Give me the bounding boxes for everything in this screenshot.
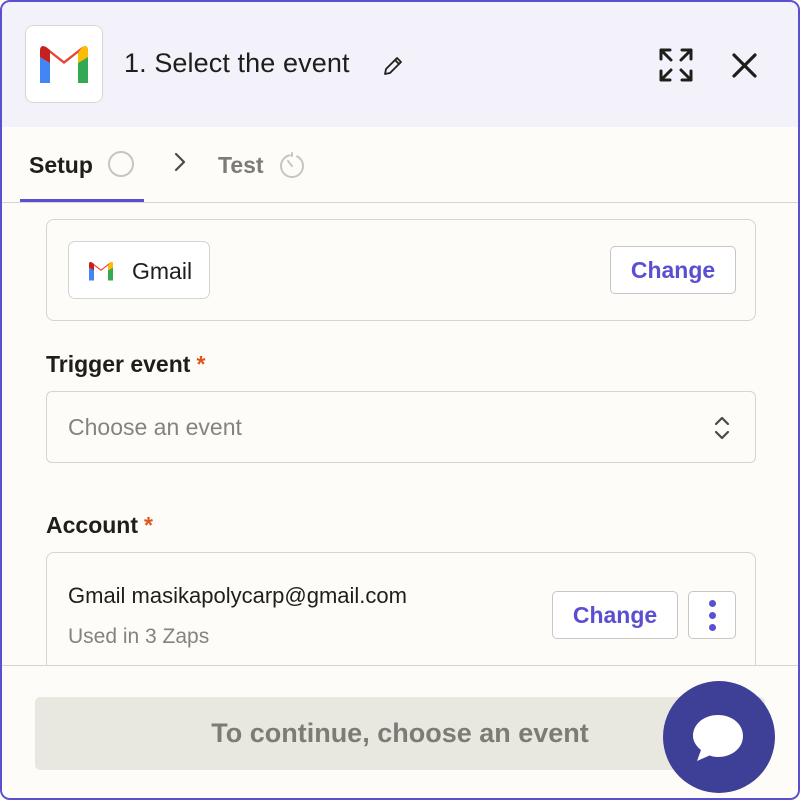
tab-test-label: Test — [218, 152, 264, 178]
app-selection-box: Gmail Change — [46, 219, 756, 321]
header: 1. Select the event — [2, 2, 798, 127]
tab-setup-label: Setup — [29, 152, 93, 178]
step-tabs: Setup Test — [2, 127, 798, 203]
chevron-right-icon — [174, 152, 186, 172]
account-usage: Used in 3 Zaps — [68, 625, 210, 648]
timer-icon — [280, 152, 304, 178]
app-chip: Gmail — [68, 241, 210, 299]
circle-icon — [108, 151, 134, 177]
expand-icon[interactable] — [658, 47, 694, 83]
pencil-icon[interactable] — [381, 54, 405, 78]
app-logo-tile — [25, 25, 103, 103]
change-app-button[interactable]: Change — [610, 246, 736, 294]
step-editor-panel: 1. Select the event Setup Test Gmail Cha… — [0, 0, 800, 800]
trigger-event-select[interactable]: Choose an event — [46, 391, 756, 463]
more-vertical-icon[interactable] — [688, 591, 736, 639]
gmail-logo-icon — [40, 46, 88, 83]
trigger-event-placeholder: Choose an event — [68, 414, 242, 440]
required-marker: * — [144, 512, 153, 538]
account-name: Gmail masikapolycarp@gmail.com — [68, 583, 407, 608]
app-name: Gmail — [132, 258, 193, 284]
trigger-event-label-text: Trigger event — [46, 351, 191, 377]
change-account-button[interactable]: Change — [552, 591, 678, 639]
tab-setup[interactable]: Setup — [20, 127, 144, 202]
step-title: 1. Select the event — [124, 48, 350, 78]
close-icon[interactable] — [731, 52, 758, 79]
account-label: Account * — [46, 512, 153, 539]
account-label-text: Account — [46, 512, 138, 538]
gmail-logo-icon — [89, 262, 113, 281]
continue-button[interactable]: To continue, choose an event — [35, 697, 765, 770]
chat-button[interactable] — [663, 681, 775, 793]
trigger-event-label: Trigger event * — [46, 351, 205, 378]
required-marker: * — [196, 351, 206, 377]
chevron-up-down-icon — [714, 416, 730, 440]
chat-bubble-icon — [693, 715, 743, 761]
